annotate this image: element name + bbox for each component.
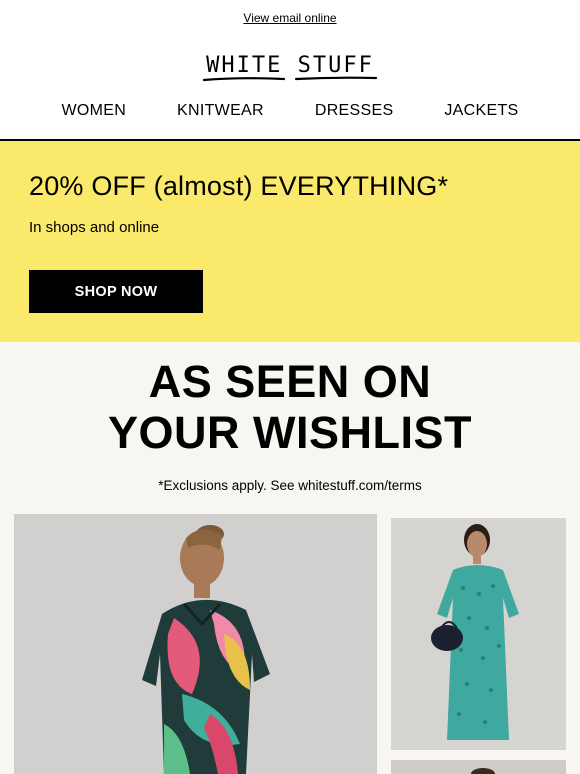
shop-now-button[interactable]: SHOP NOW bbox=[29, 270, 203, 313]
product-image-side-2[interactable] bbox=[391, 760, 566, 774]
brand-logo[interactable]: WHITE STUFF bbox=[0, 48, 580, 84]
exclusions-note: *Exclusions apply. See whitestuff.com/te… bbox=[158, 478, 422, 493]
model-leaf-dress-image bbox=[14, 514, 377, 774]
promo-subtitle: In shops and online bbox=[29, 219, 160, 236]
partial-product-image bbox=[391, 760, 566, 774]
nav-item-dresses[interactable]: DRESSES bbox=[315, 102, 394, 120]
wishlist-title-line1: AS SEEN ON bbox=[148, 356, 432, 407]
wishlist-title-line2: YOUR WISHLIST bbox=[108, 407, 472, 458]
nav-item-women[interactable]: WOMEN bbox=[61, 102, 126, 120]
model-teal-dress-image bbox=[391, 518, 566, 750]
promo-banner: 20% OFF (almost) EVERYTHING* In shops an… bbox=[0, 141, 580, 342]
white-stuff-logo-icon: WHITE STUFF bbox=[202, 53, 378, 82]
view-online-link-wrap: View email online bbox=[0, 11, 580, 25]
nav-item-jackets[interactable]: JACKETS bbox=[444, 102, 518, 120]
wishlist-title: AS SEEN ON YOUR WISHLIST bbox=[0, 356, 580, 458]
product-image-side[interactable] bbox=[391, 518, 566, 750]
promo-title: 20% OFF (almost) EVERYTHING* bbox=[29, 171, 449, 201]
nav-item-knitwear[interactable]: KNITWEAR bbox=[177, 102, 264, 120]
wishlist-section: AS SEEN ON YOUR WISHLIST *Exclusions app… bbox=[0, 342, 580, 774]
product-image-main[interactable] bbox=[14, 514, 377, 774]
main-nav: WOMEN KNITWEAR DRESSES JACKETS bbox=[0, 102, 580, 120]
logo-text: WHITE STUFF bbox=[206, 53, 374, 78]
view-email-online-link[interactable]: View email online bbox=[243, 11, 336, 25]
